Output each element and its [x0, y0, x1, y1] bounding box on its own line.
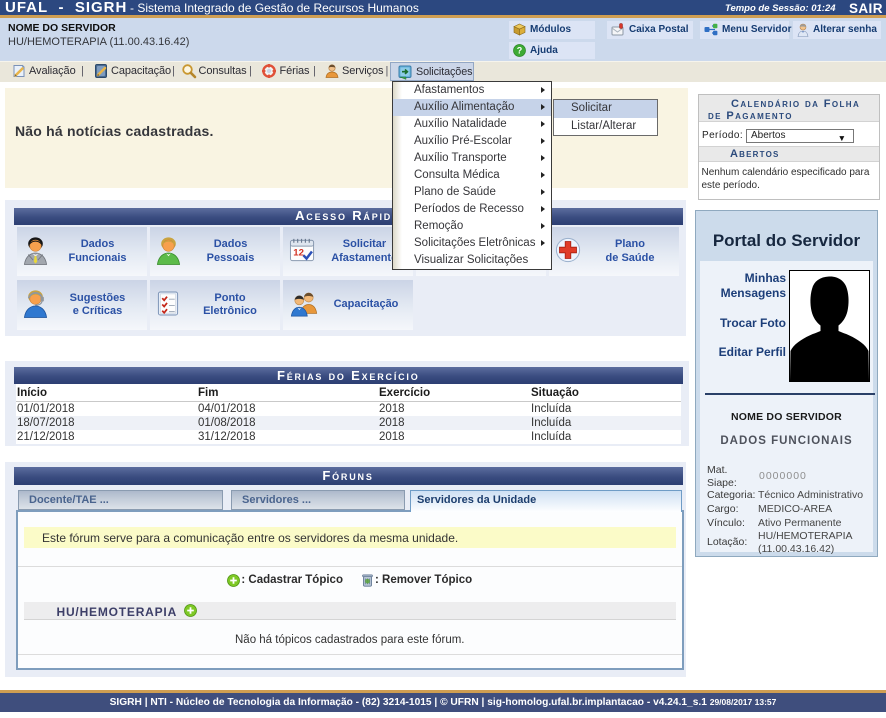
svg-text:12: 12: [293, 247, 304, 258]
svg-text:?: ?: [517, 45, 523, 55]
